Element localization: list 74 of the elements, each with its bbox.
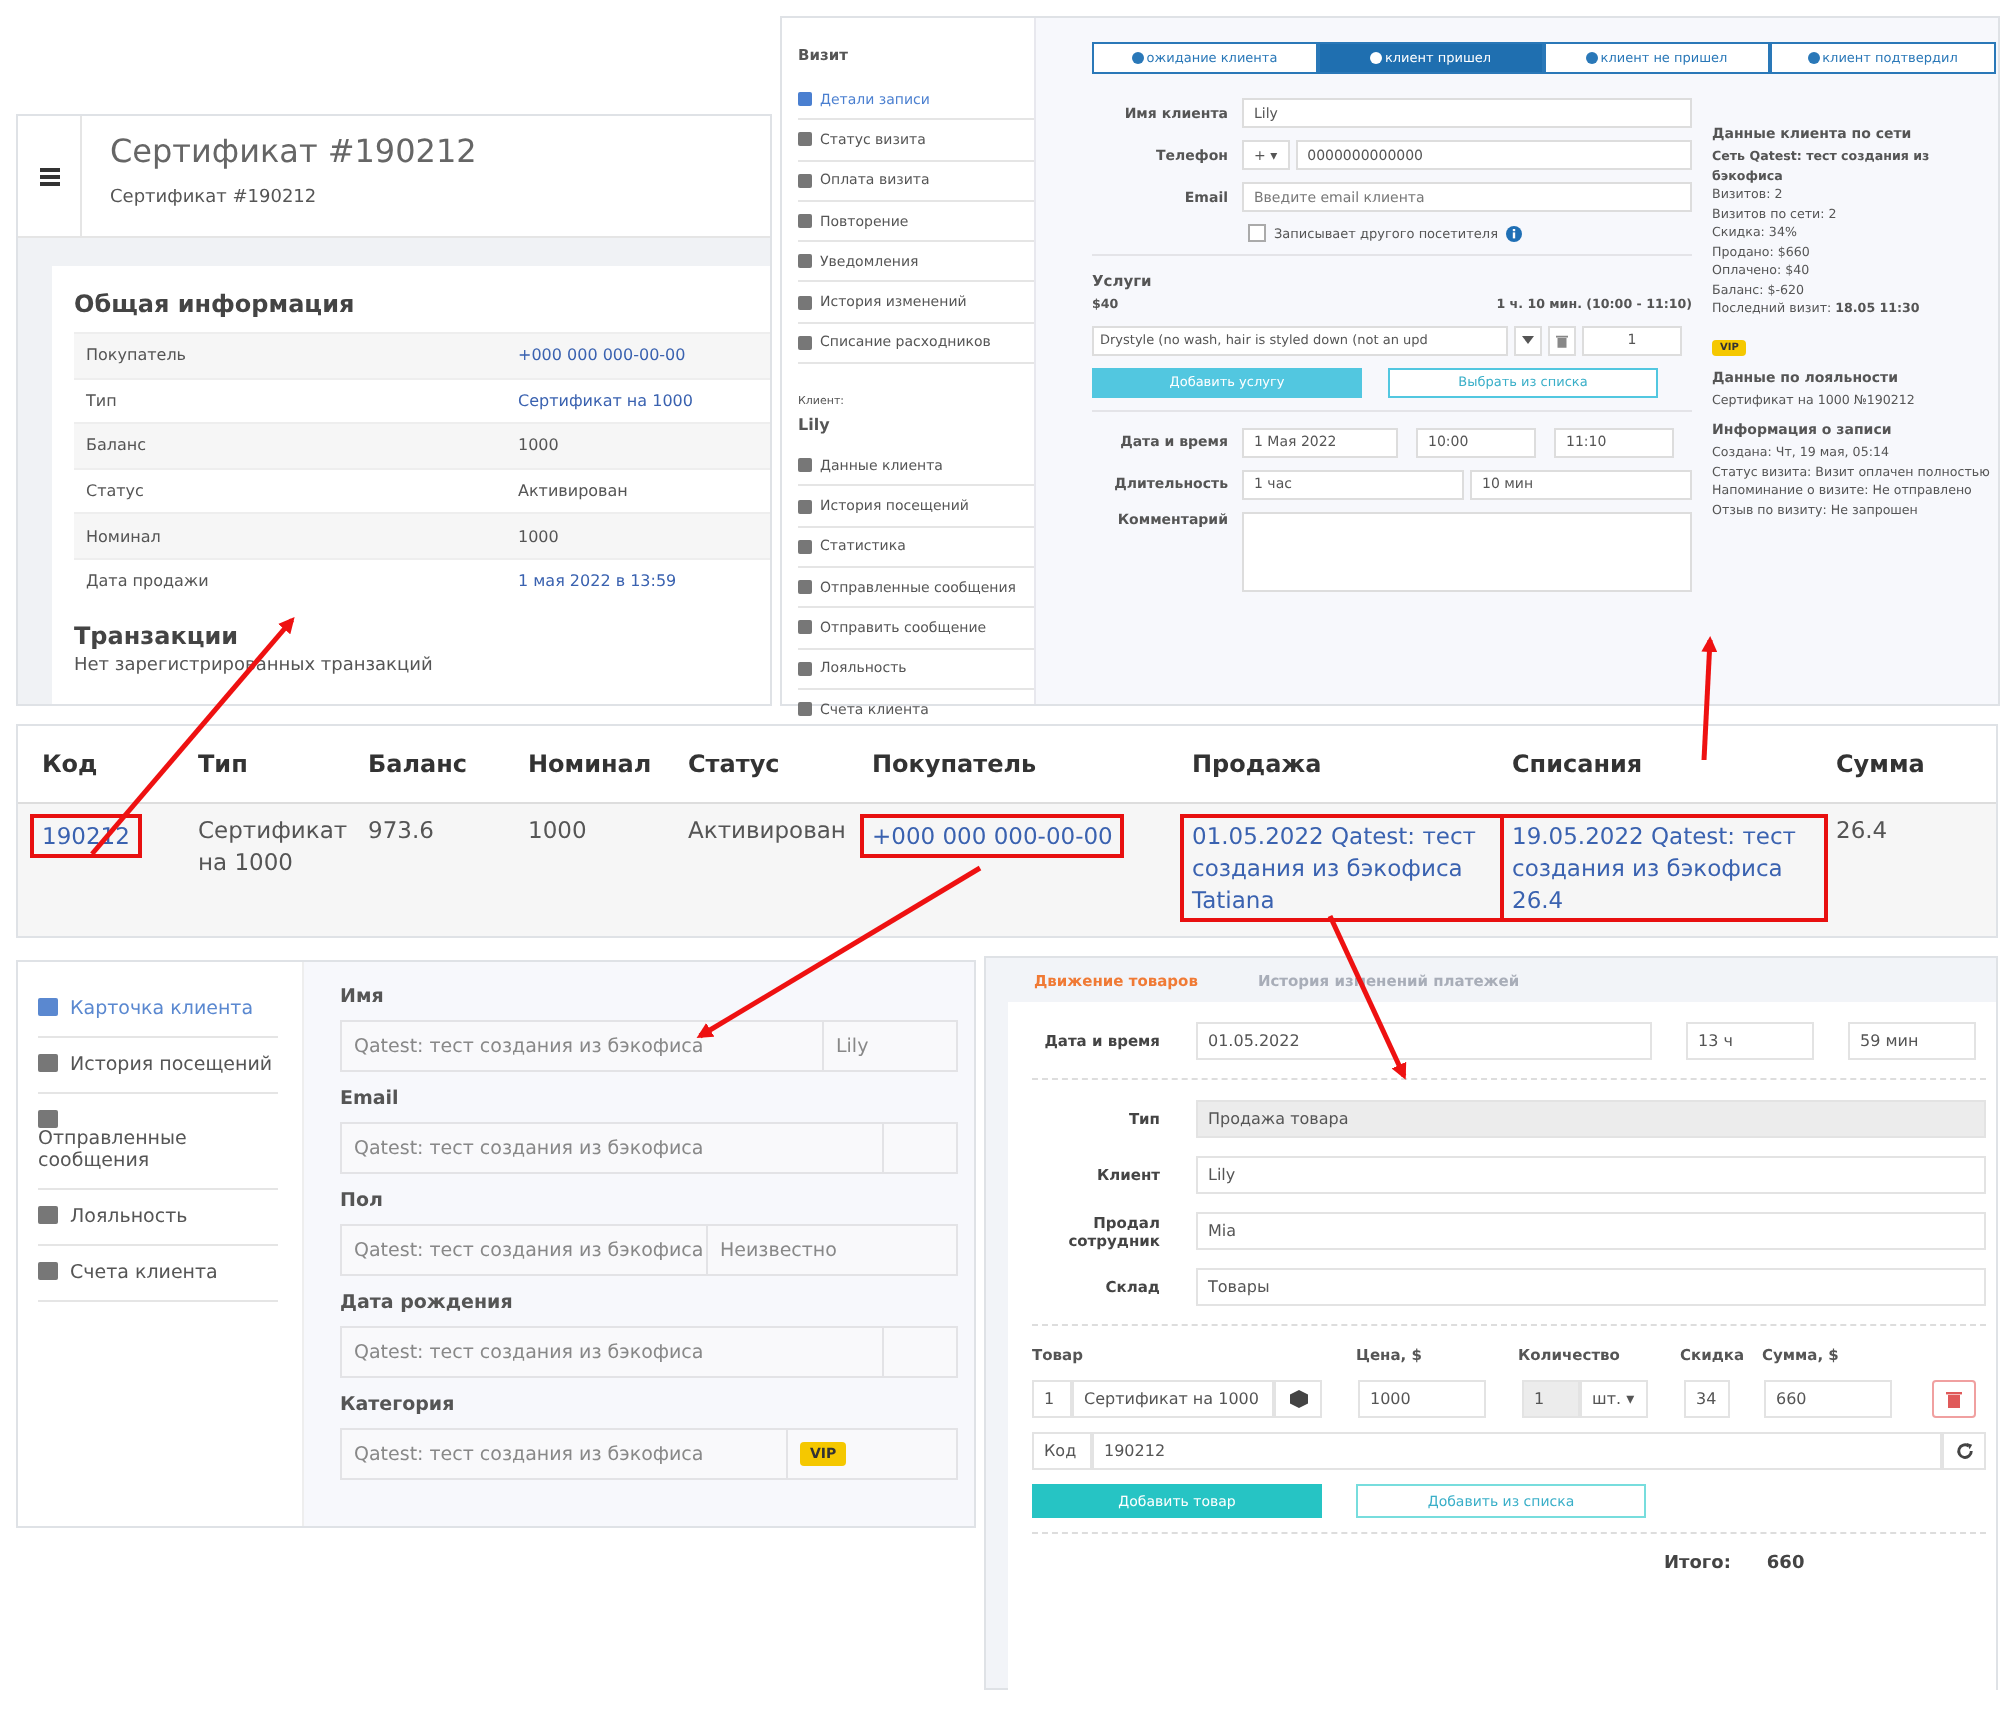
cell-link[interactable]: 19.05.2022 Qatest: тест создания из бэкофиса 26.4	[1500, 814, 1828, 922]
menu-item[interactable]: Отправленные сообщения	[38, 1094, 278, 1190]
row-label: Статус	[84, 482, 146, 501]
column-header: Баланс	[368, 750, 470, 778]
field-label: Email	[340, 1088, 401, 1110]
table-cell: 973.6	[368, 816, 434, 844]
total-value: 660	[1766, 1554, 1805, 1574]
value-link[interactable]: Сертификат на 1000	[518, 391, 693, 410]
field-label: Имя	[340, 986, 386, 1008]
column-header: Сумма	[1836, 750, 1927, 778]
seller-select[interactable]: Mia	[1196, 1212, 1986, 1250]
code-field[interactable]: 190212	[1092, 1432, 1942, 1470]
row-label: Номинал	[84, 527, 163, 546]
trash-button[interactable]	[1548, 325, 1576, 355]
column-header: Тип	[198, 750, 250, 778]
unit-dropdown[interactable]: шт. ▾	[1580, 1380, 1648, 1418]
info-icon	[1505, 225, 1522, 241]
menu-item[interactable]: Лояльность	[38, 1190, 278, 1246]
page-title: Сертификат #190212	[110, 132, 477, 170]
value-link[interactable]: +000 000 000-00-00	[518, 346, 686, 365]
section-title: Транзакции	[74, 621, 241, 650]
trash-icon	[1556, 333, 1568, 347]
value-link[interactable]: 1 мая 2022 в 13:59	[518, 572, 677, 591]
section-title: Общая информация	[74, 290, 357, 318]
caret-icon	[1522, 336, 1534, 344]
hour-select[interactable]: 13 ч	[1686, 1022, 1814, 1060]
code-label: Код	[1032, 1432, 1092, 1470]
client-name: Lily	[798, 416, 832, 435]
menu-item[interactable]: История посещений	[38, 1038, 278, 1094]
row-label: Тип	[84, 391, 119, 410]
checkbox[interactable]	[1248, 224, 1266, 242]
menu-item[interactable]: Карточка клиента	[38, 982, 278, 1038]
price-field[interactable]: 1000	[1358, 1380, 1486, 1418]
menu-item[interactable]: Счета клиента	[38, 1246, 278, 1302]
column-header: Код	[42, 750, 100, 778]
table-cell: 26.4	[1836, 816, 1888, 844]
total-label: Итого:	[1664, 1554, 1731, 1574]
field-label: Категория	[340, 1394, 457, 1416]
menu-icon[interactable]	[39, 167, 59, 185]
discount-field[interactable]: 34	[1684, 1380, 1730, 1418]
page-subtitle: Сертификат #190212	[110, 188, 319, 208]
field-label: Пол	[340, 1190, 385, 1212]
client-field[interactable]: Lily	[1196, 1156, 1986, 1194]
row-label: Покупатель	[84, 346, 189, 365]
dropdown-button[interactable]	[1514, 325, 1542, 355]
type-select[interactable]: Продажа товара	[1196, 1100, 1986, 1138]
table-cell: Сертификат на 1000	[198, 816, 348, 876]
row-label: Дата продажи	[84, 572, 211, 591]
column-header: Статус	[688, 750, 782, 778]
date-field[interactable]: 01.05.2022	[1196, 1022, 1652, 1060]
table-cell: 1000	[528, 816, 587, 844]
arrow	[1701, 636, 1718, 761]
row-label: Баланс	[84, 436, 149, 455]
column-header: Списания	[1512, 750, 1645, 778]
quantity-field[interactable]: 1	[1522, 1380, 1580, 1418]
index-cell: 1	[1032, 1380, 1072, 1418]
sum-field[interactable]: 660	[1764, 1380, 1892, 1418]
trash-icon	[1946, 1390, 1962, 1408]
refresh-icon[interactable]	[1955, 1442, 1973, 1460]
column-header: Продажа	[1192, 750, 1324, 778]
store-select[interactable]: Товары	[1196, 1268, 1986, 1306]
column-header: Номинал	[528, 750, 654, 778]
column-header: Покупатель	[872, 750, 1039, 778]
table-cell: Активирован	[688, 816, 846, 844]
minute-select[interactable]: 59 мин	[1848, 1022, 1976, 1060]
comment-field[interactable]	[1242, 511, 1692, 591]
cell-link[interactable]: 01.05.2022 Qatest: тест создания из бэкофиса Tatiana	[1180, 814, 1504, 922]
product-field[interactable]: Сертификат на 1000	[1072, 1380, 1274, 1418]
field-label: Дата рождения	[340, 1292, 515, 1314]
cell-link[interactable]: +000 000 000-00-00	[860, 814, 1125, 858]
row-value: 1000	[518, 436, 559, 455]
row-value: Активирован	[518, 482, 628, 501]
delete-button[interactable]	[1932, 1380, 1976, 1418]
row-value: 1000	[518, 527, 559, 546]
